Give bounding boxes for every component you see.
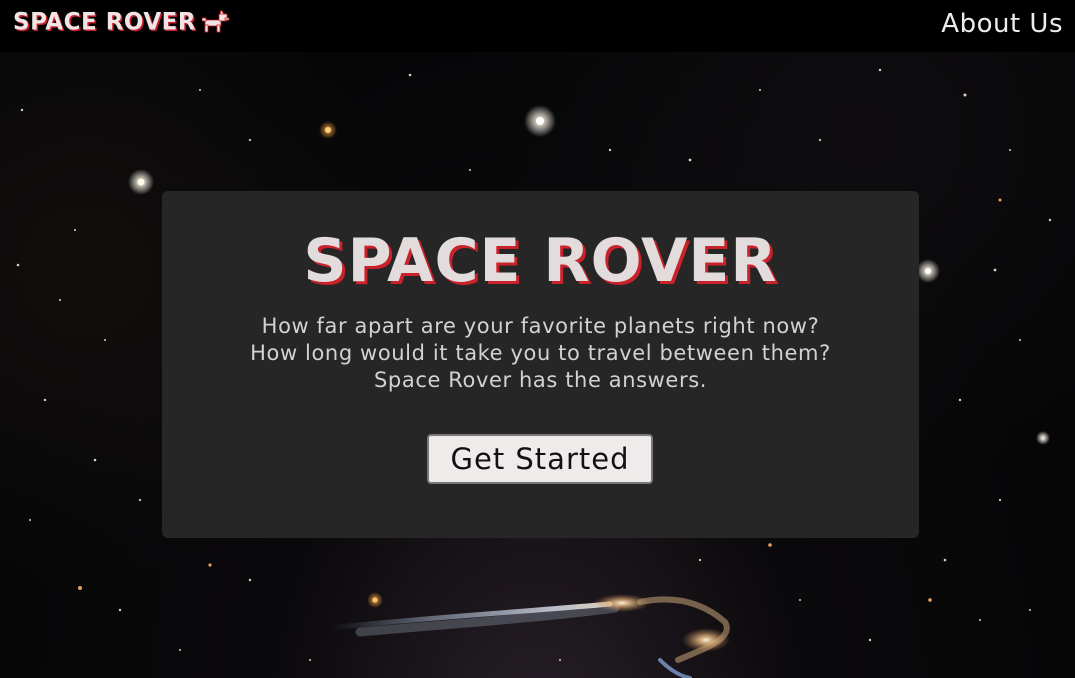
hero-description: How far apart are your favorite planets … [162,313,919,394]
get-started-button[interactable]: Get Started [427,434,653,484]
brand-home-link[interactable]: SPACE ROVER [13,8,230,36]
brand-logo-text: SPACE ROVER [13,8,197,36]
page: SPACE ROVER About Us SPACE ROVER How far… [0,0,1075,678]
rover-dog-icon [201,9,230,35]
top-navbar: SPACE ROVER About Us [0,0,1075,52]
hero-card: SPACE ROVER How far apart are your favor… [162,191,919,538]
about-us-link[interactable]: About Us [941,9,1063,39]
hero-title: SPACE ROVER [303,226,778,296]
hero-description-line: How far apart are your favorite planets … [261,314,820,338]
hero-description-line: How long would it take you to travel bet… [250,341,831,365]
hero-description-line: Space Rover has the answers. [373,368,708,392]
